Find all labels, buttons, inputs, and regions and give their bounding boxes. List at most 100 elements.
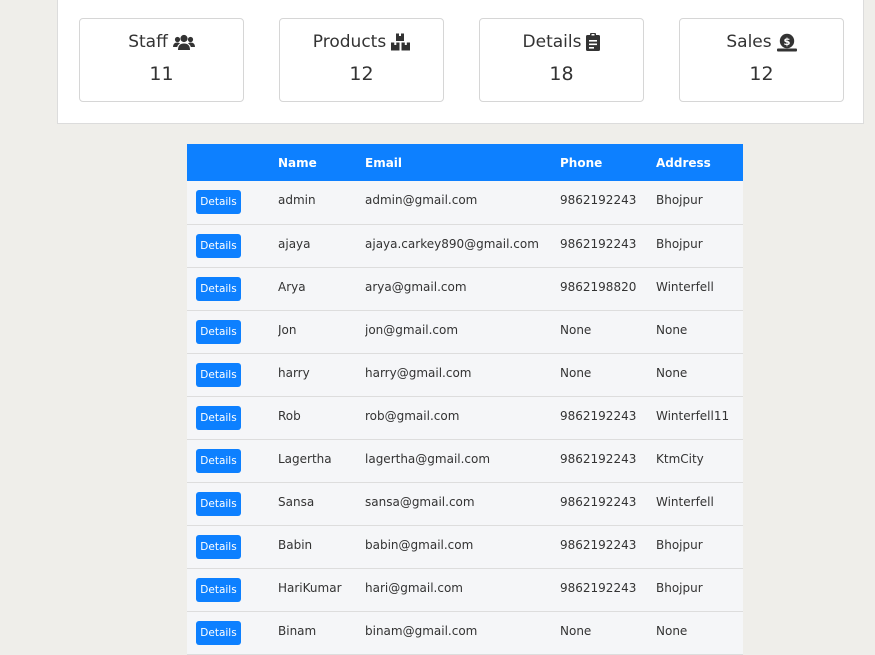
address-cell: Winterfell: [656, 482, 743, 525]
details-button[interactable]: Details: [196, 405, 241, 430]
details-button[interactable]: Details: [196, 190, 241, 215]
details-button[interactable]: Details: [196, 534, 241, 559]
action-cell: Details: [187, 568, 278, 611]
name-cell-text: harry: [278, 365, 310, 380]
details-button[interactable]: Details: [196, 319, 241, 344]
email-cell-text: ajaya.carkey890@gmail.com: [365, 236, 539, 251]
details-button[interactable]: Details: [196, 448, 241, 473]
stat-title: Staff: [80, 31, 243, 53]
details-button[interactable]: Details: [196, 577, 241, 602]
phone-cell: 9862192243: [560, 181, 656, 224]
stat-title: Sales $: [680, 31, 843, 53]
name-cell: Arya: [278, 267, 365, 310]
address-cell: Bhojpur: [656, 525, 743, 568]
address-cell: KtmCity: [656, 439, 743, 482]
phone-cell: None: [560, 611, 656, 654]
action-cell: Details: [187, 525, 278, 568]
staff-table-container: Name Email Phone Address Details admin adm…: [187, 144, 743, 655]
name-cell: harry: [278, 353, 365, 396]
table-row: Details Lagertha lagertha@gmail.com 9862192…: [187, 439, 743, 482]
details-button[interactable]: Details: [196, 362, 241, 387]
stat-label: Staff: [128, 32, 168, 52]
email-cell-text: arya@gmail.com: [365, 279, 467, 294]
stat-value: 12: [349, 63, 374, 85]
phone-cell: 9862192243: [560, 439, 656, 482]
stat-card-staff: Staff 11: [79, 18, 244, 102]
phone-cell-text: 9862192243: [560, 408, 637, 423]
table-row: Details Sansa sansa@gmail.com 9862192243 Win…: [187, 482, 743, 525]
name-cell: Jon: [278, 310, 365, 353]
phone-cell: None: [560, 310, 656, 353]
name-cell: ajaya: [278, 224, 365, 267]
address-cell: Bhojpur: [656, 224, 743, 267]
action-cell: Details: [187, 267, 278, 310]
email-cell: lagertha@gmail.com: [365, 439, 560, 482]
email-cell-text: sansa@gmail.com: [365, 494, 475, 509]
phone-cell-text: None: [560, 322, 592, 337]
email-cell: babin@gmail.com: [365, 525, 560, 568]
address-cell-text: None: [656, 365, 688, 380]
phone-cell: 9862192243: [560, 224, 656, 267]
name-cell-text: Arya: [278, 279, 306, 294]
stat-value: 18: [549, 63, 574, 85]
email-cell-text: lagertha@gmail.com: [365, 451, 491, 466]
email-cell-text: hari@gmail.com: [365, 580, 463, 595]
details-button[interactable]: Details: [196, 233, 241, 258]
name-cell-text: Binam: [278, 623, 317, 638]
stat-label: Details: [522, 32, 582, 52]
details-button[interactable]: Details: [196, 276, 241, 301]
money-bag-icon: $: [776, 33, 797, 52]
email-cell-text: admin@gmail.com: [365, 193, 478, 208]
phone-cell-text: 9862192243: [560, 236, 637, 251]
address-cell-text: KtmCity: [656, 451, 704, 466]
table-row: Details admin admin@gmail.com 9862192243 Bho…: [187, 181, 743, 224]
phone-cell-text: None: [560, 365, 592, 380]
table-row: Details harry harry@gmail.com None None: [187, 353, 743, 396]
name-cell: Binam: [278, 611, 365, 654]
table-row: Details Binam binam@gmail.com None None: [187, 611, 743, 654]
table-row: Details Arya arya@gmail.com 9862198820 Winte…: [187, 267, 743, 310]
action-cell: Details: [187, 611, 278, 654]
address-cell: None: [656, 310, 743, 353]
address-cell-text: Winterfell11: [656, 408, 730, 423]
details-button[interactable]: Details: [196, 491, 241, 516]
header-name: Name: [278, 155, 317, 170]
phone-cell-text: 9862192243: [560, 580, 637, 595]
stat-value: 11: [149, 63, 174, 85]
name-cell: HariKumar: [278, 568, 365, 611]
address-cell-text: Winterfell: [656, 279, 714, 294]
email-cell: admin@gmail.com: [365, 181, 560, 224]
phone-cell: 9862192243: [560, 525, 656, 568]
header-email: Email: [365, 155, 403, 170]
name-cell-text: Rob: [278, 408, 301, 423]
address-cell: Bhojpur: [656, 568, 743, 611]
phone-cell: 9862192243: [560, 396, 656, 439]
stats-panel: Staff 11 Products 12 Details 18 Sales $ …: [57, 0, 864, 124]
email-cell-text: harry@gmail.com: [365, 365, 472, 380]
email-cell-text: babin@gmail.com: [365, 537, 474, 552]
table-row: Details HariKumar hari@gmail.com 9862192243…: [187, 568, 743, 611]
stat-label: Sales: [726, 32, 772, 52]
address-cell-text: None: [656, 322, 688, 337]
phone-cell-text: None: [560, 623, 592, 638]
table-row: Details Jon jon@gmail.com None None: [187, 310, 743, 353]
phone-cell: None: [560, 353, 656, 396]
email-cell: jon@gmail.com: [365, 310, 560, 353]
action-cell: Details: [187, 224, 278, 267]
action-cell: Details: [187, 396, 278, 439]
name-cell-text: Babin: [278, 537, 313, 552]
address-cell-text: Bhojpur: [656, 193, 703, 208]
action-cell: Details: [187, 181, 278, 224]
action-cell: Details: [187, 439, 278, 482]
address-cell-text: Bhojpur: [656, 236, 703, 251]
name-cell-text: ajaya: [278, 236, 311, 251]
stat-value: 12: [749, 63, 774, 85]
name-cell-text: Lagertha: [278, 451, 332, 466]
clipboard-icon: [586, 33, 601, 51]
email-cell: sansa@gmail.com: [365, 482, 560, 525]
name-cell: Rob: [278, 396, 365, 439]
phone-cell-text: 9862192243: [560, 193, 637, 208]
details-button[interactable]: Details: [196, 620, 241, 645]
users-icon: [172, 34, 195, 51]
email-cell-text: jon@gmail.com: [365, 322, 459, 337]
